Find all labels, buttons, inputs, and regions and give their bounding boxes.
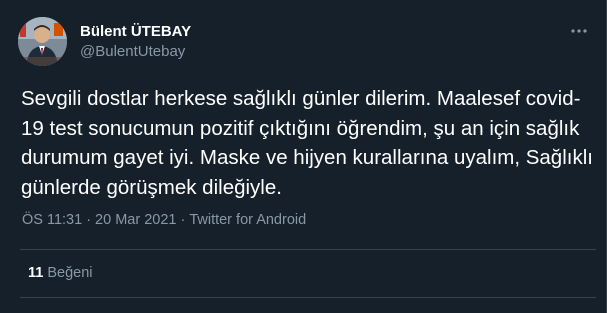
author-names: Bülent ÜTEBAY @BulentUtebay	[80, 22, 191, 62]
tweet-metadata: ÖS 11:31 · 20 Mar 2021 · Twitter for Android	[22, 212, 306, 228]
likes-label: Beğeni	[47, 265, 93, 281]
tweet-time[interactable]: ÖS 11:31	[22, 212, 82, 228]
tweet-date[interactable]: 20 Mar 2021	[95, 212, 176, 228]
tweet-card: Bülent ÜTEBAY @BulentUtebay Sevgili dost…	[0, 0, 607, 313]
avatar[interactable]	[18, 17, 67, 66]
user-handle[interactable]: @BulentUtebay	[80, 42, 191, 62]
likes-count: 11	[28, 265, 44, 281]
divider	[20, 297, 596, 298]
meta-separator: ·	[86, 212, 92, 228]
meta-separator: ·	[180, 212, 186, 228]
divider	[20, 249, 596, 250]
likes-stat[interactable]: 11 Beğeni	[28, 265, 93, 281]
more-dots-icon[interactable]	[567, 21, 591, 41]
display-name[interactable]: Bülent ÜTEBAY	[80, 22, 191, 41]
tweet-source[interactable]: Twitter for Android	[189, 212, 306, 228]
tweet-text: Sevgili dostlar herkese sağlıklı günler …	[21, 87, 593, 199]
avatar-image	[18, 17, 67, 66]
tweet-header: Bülent ÜTEBAY @BulentUtebay	[18, 17, 593, 69]
